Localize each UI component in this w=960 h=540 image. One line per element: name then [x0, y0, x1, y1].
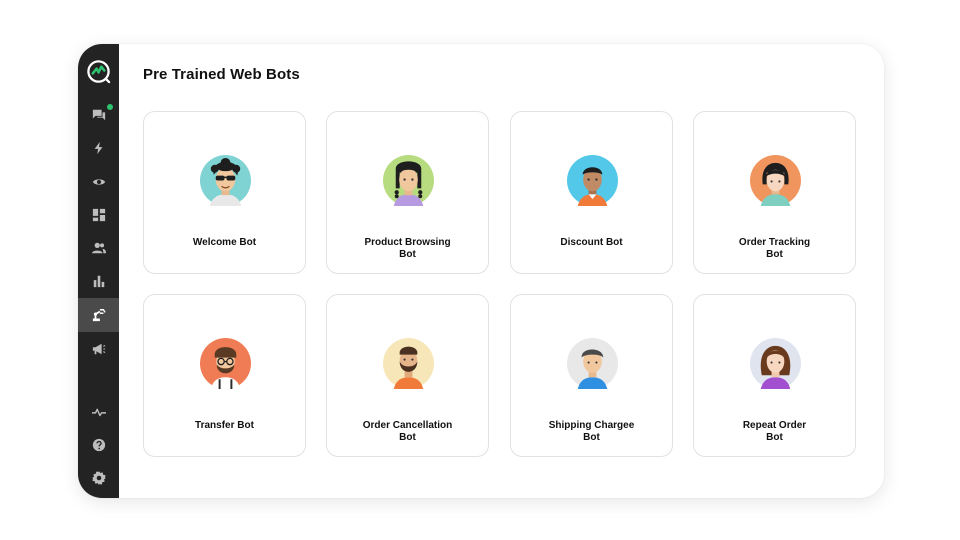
bot-card-welcome[interactable]: Welcome Bot: [143, 111, 306, 274]
main-content: Pre Trained Web Bots Welcome Bot Product…: [119, 44, 884, 498]
sidebar-item-chat[interactable]: [78, 98, 119, 132]
sidebar-item-automation[interactable]: [78, 131, 119, 165]
sidebar-item-help[interactable]: [78, 428, 119, 462]
sidebar: [78, 44, 119, 498]
megaphone-icon: [92, 343, 105, 355]
man-orange-shirt-avatar: [567, 155, 618, 206]
activity-icon: [91, 408, 106, 417]
chat-icon: [92, 109, 105, 121]
users-icon: [91, 242, 106, 254]
bearded-glasses-avatar: [200, 338, 251, 389]
bot-card-product-browsing[interactable]: Product Browsing Bot: [326, 111, 489, 274]
sidebar-item-activity[interactable]: [78, 395, 119, 429]
lightning-icon: [94, 141, 102, 155]
bot-card-label: Order Tracking Bot: [738, 237, 811, 260]
long-hair-woman-avatar: [750, 338, 801, 389]
bot-card-label: Product Browsing Bot: [364, 237, 451, 260]
bot-card-order-cancellation[interactable]: Order Cancellation Bot: [326, 294, 489, 457]
bot-card-label: Repeat Order Bot: [742, 420, 807, 443]
bot-card-discount[interactable]: Discount Bot: [510, 111, 673, 274]
app-window: Pre Trained Web Bots Welcome Bot Product…: [78, 44, 884, 498]
sidebar-item-campaigns[interactable]: [78, 332, 119, 366]
sidebar-item-reports[interactable]: [78, 264, 119, 298]
curly-hair-sunglasses-avatar: [200, 155, 251, 206]
bot-card-repeat-order[interactable]: Repeat Order Bot: [693, 294, 856, 457]
sidebar-item-dashboard[interactable]: [78, 198, 119, 232]
braids-avatar: [383, 155, 434, 206]
bot-card-label: Welcome Bot: [192, 237, 257, 248]
bot-card-label: Transfer Bot: [195, 420, 254, 431]
bot-card-order-tracking[interactable]: Order Tracking Bot: [693, 111, 856, 274]
bar-chart-icon: [93, 275, 104, 288]
dashboard-icon: [92, 208, 105, 222]
bot-card-shipping-charge[interactable]: Shipping Chargee Bot: [510, 294, 673, 457]
bearded-man-avatar: [383, 338, 434, 389]
bot-card-label: Shipping Chargee Bot: [548, 420, 635, 443]
sidebar-item-bots[interactable]: [78, 298, 119, 332]
bot-card-label: Discount Bot: [560, 237, 623, 248]
sidebar-item-contacts[interactable]: [78, 231, 119, 265]
sidebar-item-visitors[interactable]: [78, 165, 119, 199]
sidebar-item-settings[interactable]: [78, 461, 119, 495]
settings-icon: [91, 471, 106, 485]
man-blue-shirt-avatar: [567, 338, 618, 389]
help-icon: [92, 438, 105, 452]
robot-arm-icon: [92, 309, 106, 322]
woman-bob-avatar: [750, 155, 801, 206]
bot-card-transfer[interactable]: Transfer Bot: [143, 294, 306, 457]
bot-card-label: Order Cancellation Bot: [362, 420, 453, 443]
page-title: Pre Trained Web Bots: [143, 66, 300, 83]
eye-icon: [92, 179, 105, 185]
notification-badge: [107, 104, 113, 110]
brand-logo[interactable]: [86, 59, 111, 84]
